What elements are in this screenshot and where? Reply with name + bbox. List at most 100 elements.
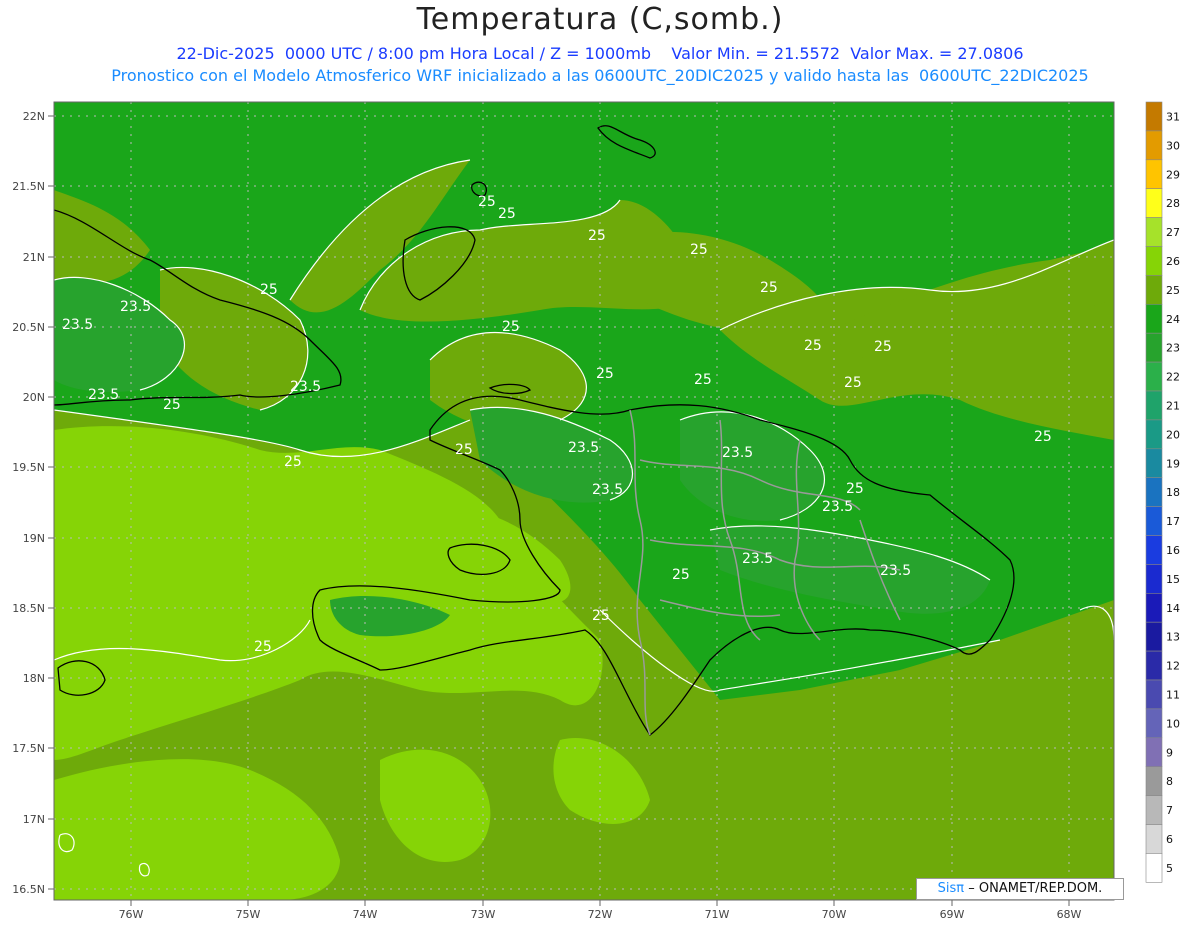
colorbar-swatch xyxy=(1145,477,1163,507)
colorbar-swatch xyxy=(1145,592,1163,623)
colorbar-label: 17 xyxy=(1166,515,1180,528)
colorbar-swatch xyxy=(1145,217,1163,247)
colorbar-swatch xyxy=(1145,679,1163,710)
colorbar-label: 16 xyxy=(1166,544,1180,557)
colorbar-label: 25 xyxy=(1166,284,1180,297)
colorbar-swatch xyxy=(1145,101,1163,132)
colorbar-label: 8 xyxy=(1166,775,1173,788)
colorbar-swatch xyxy=(1145,621,1163,652)
colorbar-swatch xyxy=(1145,535,1163,565)
lon-labels: 76W 75W 74W 73W 72W 71W 70W 69W 68W xyxy=(119,908,1082,921)
lon-label: 75W xyxy=(236,908,261,921)
lat-label: 19N xyxy=(23,532,45,545)
colorbar-swatch xyxy=(1145,737,1163,767)
lat-label: 18N xyxy=(23,672,45,685)
contour-label: 25 xyxy=(1034,429,1052,445)
contour-label: 25 xyxy=(844,375,862,391)
credit-box: Sisπ – ONAMET/REP.DOM. xyxy=(916,878,1124,900)
colorbar-swatch xyxy=(1145,766,1163,796)
colorbar-swatch xyxy=(1145,650,1163,681)
colorbar-label: 26 xyxy=(1166,255,1180,268)
colorbar-label: 11 xyxy=(1166,688,1180,701)
colorbar-label: 12 xyxy=(1166,660,1180,673)
lat-label: 20.5N xyxy=(12,321,45,334)
colorbar-label: 19 xyxy=(1166,457,1180,470)
colorbar-swatch xyxy=(1145,303,1163,334)
colorbar-label: 18 xyxy=(1166,486,1180,499)
contour-label: 25 xyxy=(672,567,690,583)
contour-label: 25 xyxy=(596,366,614,382)
lon-label: 68W xyxy=(1057,908,1082,921)
lat-label: 17.5N xyxy=(12,742,45,755)
colorbar-swatch xyxy=(1145,159,1163,190)
colorbar-swatch xyxy=(1145,188,1163,218)
colorbar-label: 13 xyxy=(1166,631,1180,644)
colorbar-swatch xyxy=(1145,564,1163,594)
colorbar-label: 9 xyxy=(1166,746,1173,759)
contour-label: 23.5 xyxy=(592,482,623,498)
contour-label: 23.5 xyxy=(568,440,599,456)
lon-label: 73W xyxy=(471,908,496,921)
colorbar-label: 20 xyxy=(1166,428,1180,441)
contour-label: 25 xyxy=(254,639,272,655)
contour-label: 23.5 xyxy=(120,299,151,315)
contour-label: 25 xyxy=(498,206,516,222)
contour-label: 25 xyxy=(592,608,610,624)
lat-label: 16.5N xyxy=(12,883,45,896)
colorbar-label: 24 xyxy=(1166,313,1180,326)
contour-label: 25 xyxy=(846,481,864,497)
contour-label: 25 xyxy=(694,372,712,388)
colorbar-label: 15 xyxy=(1166,573,1180,586)
colorbar-label: 7 xyxy=(1166,804,1173,817)
colorbar-label: 31 xyxy=(1166,110,1180,123)
contour-label: 25 xyxy=(260,282,278,298)
temperature-colorbar: 31 30 29 28 27 26 25 24 23 22 21 20 19 18 17 16 15 14 13 12… xyxy=(1145,101,1180,883)
colorbar-label: 5 xyxy=(1166,862,1173,875)
lat-label: 20N xyxy=(23,391,45,404)
colorbar-swatch xyxy=(1145,419,1163,450)
colorbar-label: 14 xyxy=(1166,602,1180,615)
lon-label: 76W xyxy=(119,908,144,921)
sispi-logo: Sisπ xyxy=(937,881,965,896)
contour-label: 23.5 xyxy=(88,387,119,403)
contour-label: 25 xyxy=(760,280,778,296)
lat-labels: 22N 21.5N 21N 20.5N 20N 19.5N 19N 18.5N … xyxy=(12,110,45,896)
lat-label: 22N xyxy=(23,110,45,123)
lon-label: 74W xyxy=(353,908,378,921)
colorbar-swatch xyxy=(1145,390,1163,421)
contour-label: 25 xyxy=(690,242,708,258)
colorbar-swatch xyxy=(1145,246,1163,276)
colorbar-label: 10 xyxy=(1166,717,1180,730)
contour-label: 23.5 xyxy=(722,445,753,461)
colorbar-label: 29 xyxy=(1166,168,1180,181)
contour-label: 25 xyxy=(804,338,822,354)
colorbar-label: 6 xyxy=(1166,833,1173,846)
contour-label: 23.5 xyxy=(742,551,773,567)
contour-label: 23.5 xyxy=(62,317,93,333)
lat-label: 18.5N xyxy=(12,602,45,615)
colorbar-swatch xyxy=(1145,448,1163,478)
contour-label: 23.5 xyxy=(822,499,853,515)
colorbar-swatch xyxy=(1145,332,1163,363)
lon-label: 71W xyxy=(705,908,730,921)
colorbar-label: 27 xyxy=(1166,226,1180,239)
contour-label: 23.5 xyxy=(290,379,321,395)
contour-label: 25 xyxy=(502,319,520,335)
colorbar-label: 21 xyxy=(1166,399,1180,412)
colorbar-swatch xyxy=(1145,506,1163,536)
colorbar-swatch xyxy=(1145,824,1163,854)
lat-label: 19.5N xyxy=(12,461,45,474)
lat-label: 21.5N xyxy=(12,180,45,193)
colorbar-swatch xyxy=(1145,853,1163,883)
colorbar-label: 28 xyxy=(1166,197,1180,210)
contour-label: 25 xyxy=(163,397,181,413)
colorbar-swatch xyxy=(1145,275,1163,305)
colorbar-label: 23 xyxy=(1166,342,1180,355)
colorbar-label: 30 xyxy=(1166,139,1180,152)
colorbar-swatch xyxy=(1145,795,1163,825)
lat-label: 17N xyxy=(23,813,45,826)
contour-label: 25 xyxy=(455,442,473,458)
colorbar-label: 22 xyxy=(1166,371,1180,384)
contour-label: 25 xyxy=(874,339,892,355)
lon-label: 70W xyxy=(822,908,847,921)
